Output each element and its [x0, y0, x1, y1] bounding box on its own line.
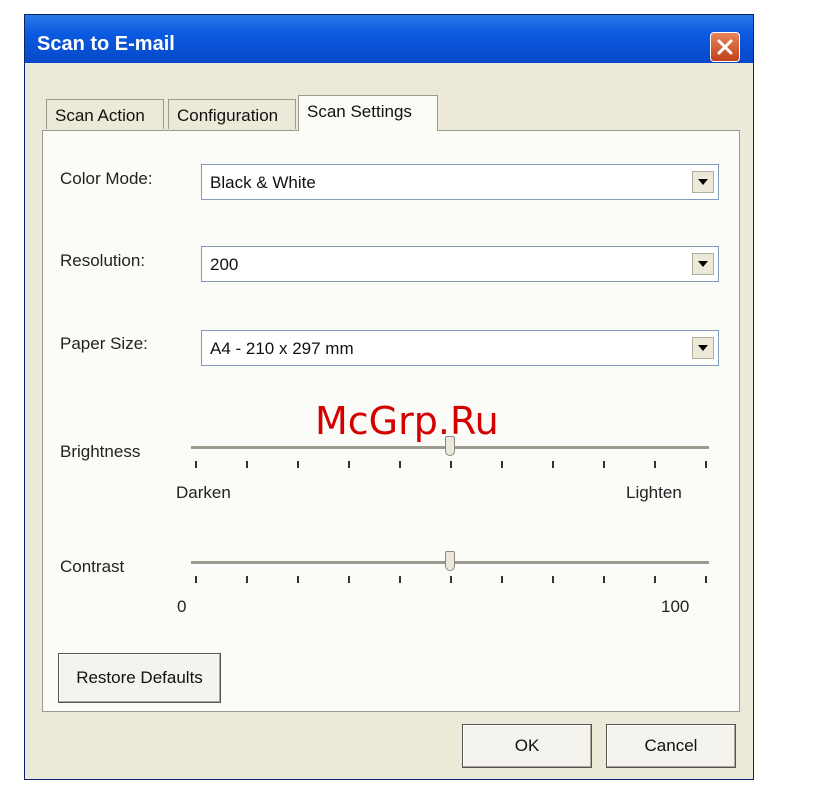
contrast-max-label: 100 [661, 597, 690, 616]
resolution-value: 200 [210, 255, 239, 274]
resolution-label: Resolution: [60, 251, 146, 270]
cancel-button[interactable]: Cancel [606, 724, 736, 768]
contrast-label: Contrast [60, 557, 125, 576]
restore-defaults-button[interactable]: Restore Defaults [58, 653, 221, 703]
brightness-tick [246, 461, 248, 468]
paper-size-select[interactable]: A4 - 210 x 297 mm [201, 330, 719, 366]
contrast-tick [195, 576, 197, 583]
chevron-down-icon [698, 179, 708, 185]
contrast-min-label: 0 [177, 597, 187, 616]
contrast-tick [654, 576, 656, 583]
brightness-min-label: Darken [176, 483, 231, 502]
contrast-tick [552, 576, 554, 583]
close-icon [717, 39, 733, 55]
contrast-tick [246, 576, 248, 583]
contrast-tick [348, 576, 350, 583]
title-bar[interactable]: Scan to E-mail [25, 15, 753, 63]
dropdown-arrow-button[interactable] [692, 253, 714, 275]
brightness-tick [450, 461, 452, 468]
contrast-tick [501, 576, 503, 583]
brightness-tick [654, 461, 656, 468]
color-mode-label: Color Mode: [60, 169, 153, 188]
contrast-tick [297, 576, 299, 583]
dropdown-arrow-button[interactable] [692, 337, 714, 359]
contrast-tick [399, 576, 401, 583]
close-button[interactable] [710, 32, 740, 62]
chevron-down-icon [698, 261, 708, 267]
dropdown-arrow-button[interactable] [692, 171, 714, 193]
tab-configuration[interactable]: Configuration [168, 99, 296, 129]
paper-size-value: A4 - 210 x 297 mm [210, 339, 354, 358]
scan-to-email-dialog: Scan to E-mail Scan Action Configuration… [24, 14, 754, 780]
brightness-tick [501, 461, 503, 468]
contrast-thumb[interactable] [445, 551, 455, 571]
brightness-tick [399, 461, 401, 468]
brightness-tick [348, 461, 350, 468]
color-mode-value: Black & White [210, 173, 316, 192]
brightness-tick [603, 461, 605, 468]
resolution-select[interactable]: 200 [201, 246, 719, 282]
contrast-tick [705, 576, 707, 583]
brightness-label: Brightness [60, 442, 141, 461]
tab-scan-settings[interactable]: Scan Settings [298, 95, 438, 131]
tab-scan-action[interactable]: Scan Action [46, 99, 164, 129]
watermark-text: McGrp.Ru [315, 399, 499, 443]
brightness-tick [195, 461, 197, 468]
brightness-tick [297, 461, 299, 468]
color-mode-select[interactable]: Black & White [201, 164, 719, 200]
brightness-max-label: Lighten [626, 483, 682, 502]
window-title: Scan to E-mail [37, 33, 175, 55]
contrast-tick [450, 576, 452, 583]
paper-size-label: Paper Size: [60, 334, 148, 353]
scan-settings-panel: Color Mode: Black & White Resolution: 20… [42, 130, 740, 712]
ok-button[interactable]: OK [462, 724, 592, 768]
brightness-tick [705, 461, 707, 468]
chevron-down-icon [698, 345, 708, 351]
contrast-tick [603, 576, 605, 583]
brightness-tick [552, 461, 554, 468]
